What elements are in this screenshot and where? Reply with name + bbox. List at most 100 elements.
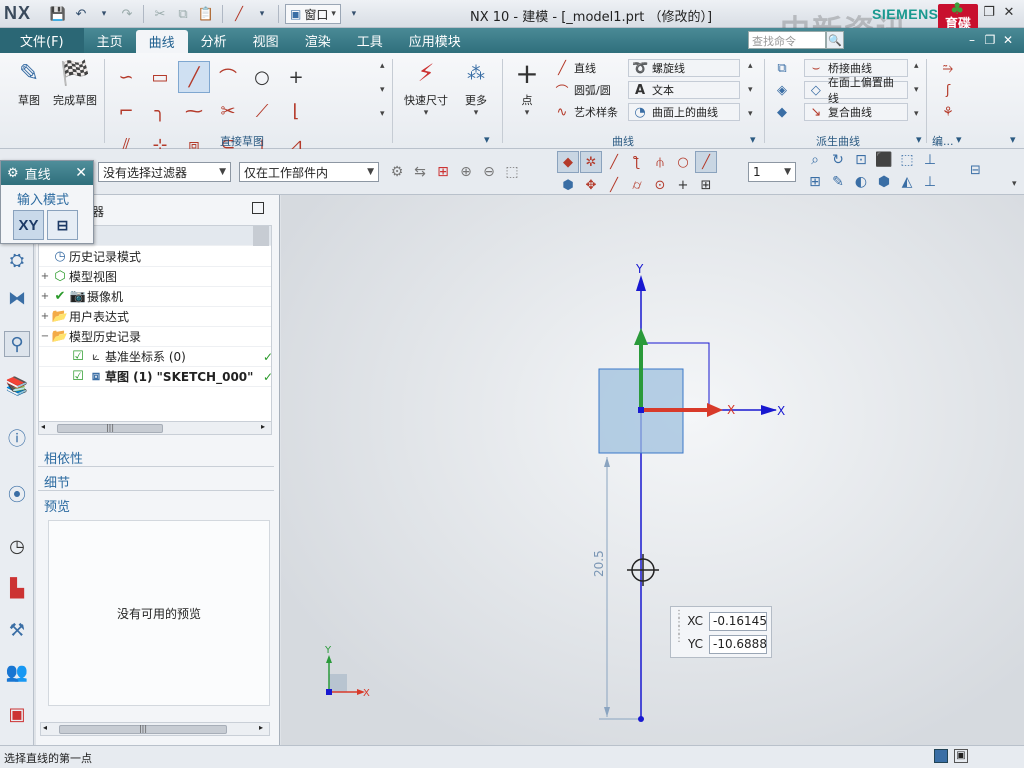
tab-file[interactable]: 文件(F)	[0, 28, 84, 53]
render-style-icon[interactable]: ⬛	[875, 151, 893, 169]
chamfer-icon[interactable]: ╮	[144, 95, 176, 127]
vertical-scrollbar-thumb[interactable]	[253, 226, 269, 246]
snap-enable-icon[interactable]: ◆	[557, 151, 579, 173]
text-button[interactable]: A 文本	[628, 81, 740, 99]
group-options-icon[interactable]: ▾	[916, 133, 922, 146]
expand-gallery-icon[interactable]: ▾	[914, 109, 919, 119]
tree-horizontal-scrollbar[interactable]: ◂ ||| ▸	[38, 421, 272, 435]
layer-icon[interactable]: ◭	[898, 173, 916, 191]
restore-icon[interactable]: ❐	[980, 3, 998, 21]
scroll-left-icon[interactable]: ◂	[43, 723, 47, 732]
undo-icon[interactable]: ↶	[71, 4, 91, 24]
remove-icon[interactable]: ⊖	[480, 163, 498, 181]
arc-icon[interactable]: ⌒	[212, 61, 244, 93]
status-icon[interactable]	[934, 749, 948, 763]
yc-input[interactable]: -10.6888	[709, 634, 767, 654]
customize-dropdown-icon[interactable]: ▾	[344, 4, 364, 24]
scroll-left-icon[interactable]: ◂	[41, 422, 45, 431]
helix-button[interactable]: ➰ 螺旋线	[628, 59, 740, 77]
dependency-section[interactable]: 相依性	[38, 445, 274, 467]
orient-icon[interactable]: ⊥	[921, 173, 939, 191]
details-section[interactable]: 细节	[38, 469, 274, 491]
snap-control-point-icon[interactable]: ⫛	[649, 151, 671, 173]
tab-curve[interactable]: 曲线	[135, 30, 188, 53]
quick-dimension-button[interactable]: ⚡ 快速尺寸 ▾	[400, 57, 452, 118]
make-corner-icon[interactable]: ⌊	[280, 95, 312, 127]
scroll-up-icon[interactable]: ▴	[914, 61, 919, 71]
derived-curve-2-button[interactable]: ◈	[774, 81, 790, 99]
line-tool-icon[interactable]: ╱	[229, 4, 249, 24]
close-icon[interactable]: ✕	[75, 165, 87, 181]
point-icon[interactable]: +	[280, 61, 312, 93]
expand-icon[interactable]: +	[39, 311, 51, 322]
snap-end-point-icon[interactable]: ✲	[580, 151, 602, 173]
undo-dropdown-icon[interactable]: ▾	[94, 4, 114, 24]
ribbon-options-icon[interactable]: ▾	[1010, 133, 1016, 146]
tab-view[interactable]: 视图	[240, 28, 292, 53]
view-orient-icon[interactable]: ⊡	[852, 151, 870, 169]
tab-home[interactable]: 主页	[84, 28, 136, 53]
roles-icon[interactable]: 👥	[4, 659, 30, 685]
xy-mode-button[interactable]: XY	[13, 210, 44, 240]
snap-grid-icon[interactable]: ⊞	[695, 174, 717, 196]
show-hide-icon[interactable]: ◐	[852, 173, 870, 191]
studio-spline-icon[interactable]: ⁓	[178, 95, 210, 127]
snap-arc-center-icon[interactable]: ○	[672, 151, 694, 173]
box-select-icon[interactable]: ⊞	[434, 163, 452, 181]
command-search-input[interactable]: 查找命令	[748, 31, 826, 49]
toolbar-options-icon[interactable]: ▾	[1012, 179, 1017, 189]
circle-icon[interactable]: ○	[246, 61, 278, 93]
collapse-icon[interactable]: −	[39, 331, 51, 342]
edit-curve-2-button[interactable]: ʃ	[940, 81, 956, 99]
rectangle-icon[interactable]: ▭	[144, 61, 176, 93]
tree-item-datum-csys[interactable]: ☑ ⟀ 基准坐标系 (0) ✓	[39, 347, 273, 367]
tree-item-sketch[interactable]: ☑ ⧈ 草图 (1) "SKETCH_000" ✓	[39, 367, 273, 387]
close-icon[interactable]: ✕	[1000, 32, 1016, 48]
chevron-down-icon[interactable]: ▾	[252, 4, 272, 24]
history-icon[interactable]: ⦿	[4, 481, 30, 507]
derived-curve-1-button[interactable]: ⧉	[774, 59, 790, 77]
tree-item-user-expressions[interactable]: + 📂 用户表达式	[39, 307, 271, 327]
selection-scope-dropdown[interactable]: 仅在工作部件内 ▼	[239, 162, 379, 182]
maximize-icon[interactable]	[252, 202, 264, 214]
checkbox-checked-icon[interactable]: ☑	[69, 369, 87, 384]
redo-icon[interactable]: ↷	[117, 4, 137, 24]
snap-intersection-icon[interactable]: ✥	[580, 174, 602, 196]
expand-icon[interactable]: +	[39, 291, 51, 302]
tree-item-model-views[interactable]: + ⬡ 模型视图	[39, 267, 271, 287]
tree-item-history-mode[interactable]: ◷ 历史记录模式	[39, 247, 271, 267]
add-icon[interactable]: ⊕	[457, 163, 475, 181]
part-navigator-icon[interactable]: ⚲	[4, 331, 30, 357]
scrollbar-thumb[interactable]: |||	[59, 725, 227, 734]
studio-spline-button[interactable]: ∿ 艺术样条	[554, 103, 618, 121]
search-icon[interactable]: 🔍	[826, 31, 844, 49]
gear-icon[interactable]: ⚙	[7, 166, 19, 181]
wcs-icon[interactable]: ⊥	[921, 151, 939, 169]
graphics-window[interactable]: Y X X 20.5 Y X	[281, 195, 1024, 745]
select-all-icon[interactable]: ⇆	[411, 163, 429, 181]
edit-section-icon[interactable]: ✎	[829, 173, 847, 191]
scrollbar-thumb[interactable]: |||	[57, 424, 163, 433]
snap-line-icon[interactable]: ╱	[603, 151, 625, 173]
point-button[interactable]: + 点 ▾	[508, 57, 546, 119]
sketch-button[interactable]: ✎ 草图	[6, 57, 52, 108]
rotate-view-icon[interactable]: ↻	[829, 151, 847, 169]
cut-icon[interactable]: ✂	[150, 4, 170, 24]
preview-horizontal-scrollbar[interactable]: ◂ ||| ▸	[40, 722, 270, 736]
copy-icon[interactable]: ⧉	[173, 4, 193, 24]
fit-view-icon[interactable]: ⌕	[806, 151, 824, 169]
arc-circle-button[interactable]: ⌒ 圆弧/圆	[554, 81, 618, 100]
window-menu-button[interactable]: ▣ 窗口 ▾	[285, 4, 341, 24]
snap-quadrant-icon[interactable]: ⌭	[626, 174, 648, 196]
process-studio-icon[interactable]: ▙	[4, 575, 30, 601]
edit-curve-1-button[interactable]: ⥲	[940, 59, 956, 77]
scroll-up-icon[interactable]: ▴	[380, 61, 385, 71]
type-filter-dropdown[interactable]: 没有选择过滤器 ▼	[98, 162, 231, 182]
tab-render[interactable]: 渲染	[292, 28, 344, 53]
count-dropdown[interactable]: 1 ▼	[748, 162, 796, 182]
snap-3d-icon[interactable]: ⬢	[557, 174, 579, 196]
system-materials-icon[interactable]: ▣	[4, 701, 30, 727]
tree-item-cameras[interactable]: + ✔ 📷 摄像机	[39, 287, 271, 307]
work-layer-icon[interactable]: ⬚	[898, 151, 916, 169]
snap-existing-point-icon[interactable]: ╱	[695, 151, 717, 173]
